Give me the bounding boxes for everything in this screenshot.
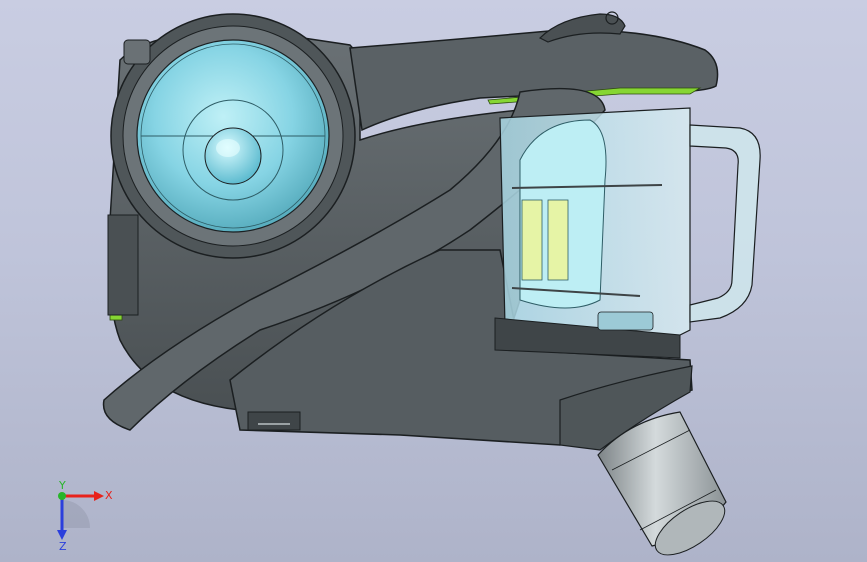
x-axis-label: X [105, 489, 113, 502]
z-axis-label: Z [59, 540, 67, 550]
cad-viewport[interactable]: X Y Z [0, 0, 867, 562]
side-grille [107, 214, 139, 316]
bottom-latch[interactable] [247, 411, 301, 431]
y-axis-label: Y [58, 480, 66, 492]
coordinate-triad: X Y Z [57, 480, 113, 550]
bin-handle[interactable] [689, 124, 761, 323]
vacuum-cleaner-model[interactable] [0, 0, 867, 562]
top-clip [123, 39, 151, 65]
y-axis-dot [58, 492, 66, 500]
